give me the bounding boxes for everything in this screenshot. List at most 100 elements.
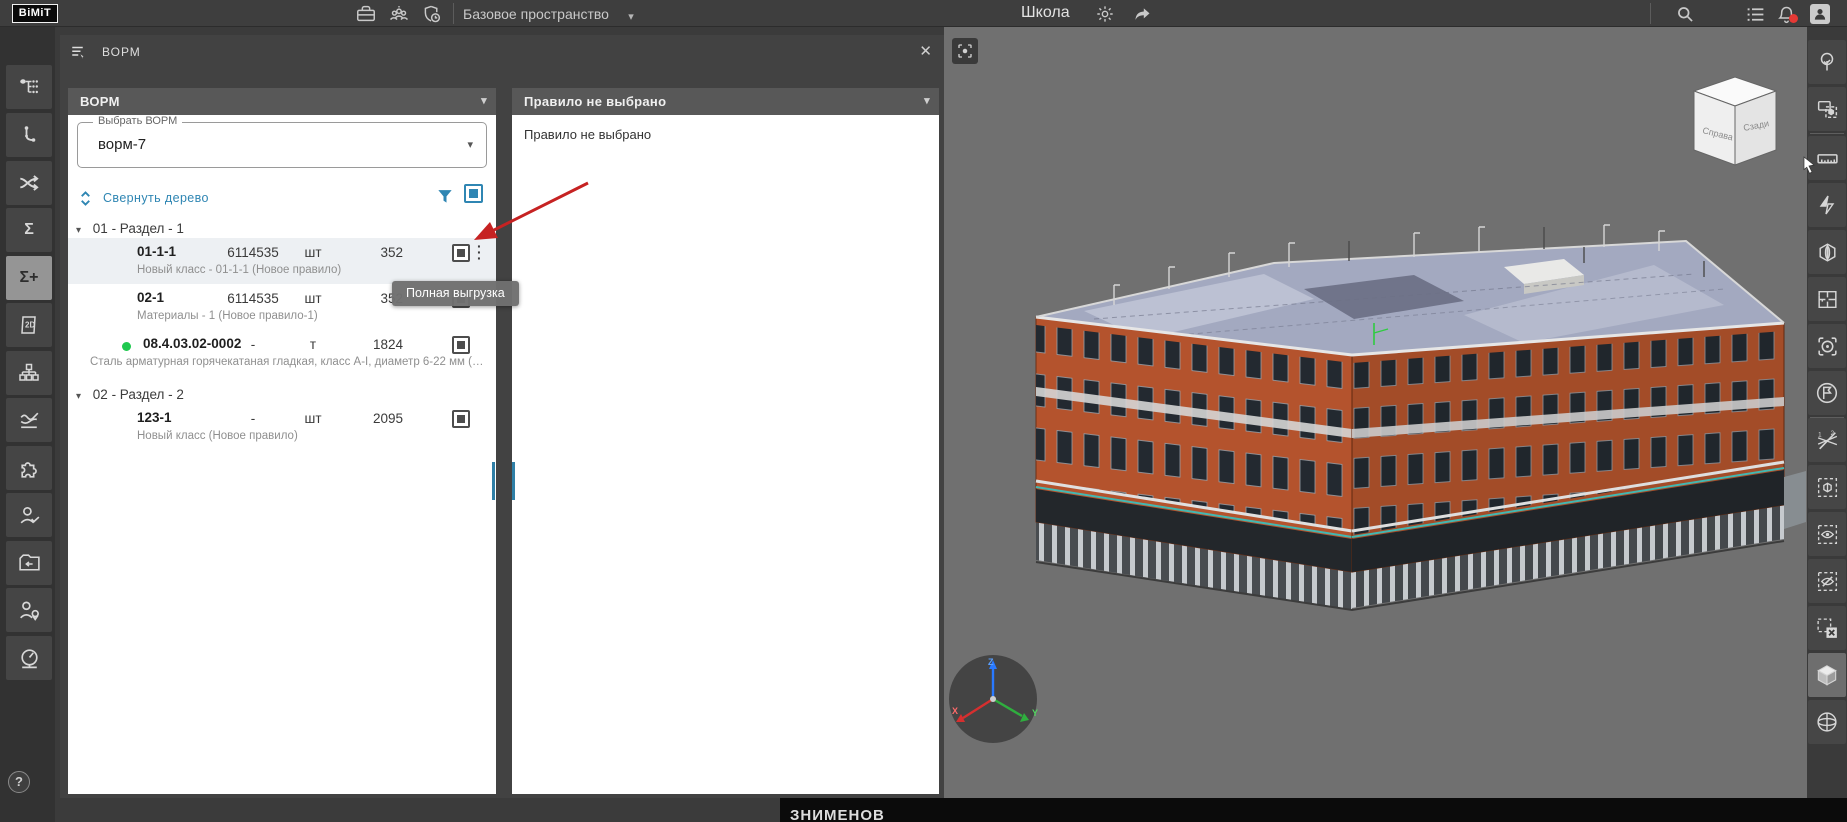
team-icon[interactable] xyxy=(388,3,410,25)
chevron-expanded-icon: ▾ xyxy=(76,225,82,236)
vorm-select-value: ворм-7 xyxy=(98,136,147,153)
rule-subpanel-header[interactable]: Правило не выбрано ▾ xyxy=(512,88,939,115)
user-location-icon[interactable] xyxy=(6,588,52,632)
flag-icon[interactable] xyxy=(1808,371,1846,415)
panel-title: ВОРМ xyxy=(102,45,141,59)
fit-view-button[interactable] xyxy=(952,38,978,64)
svg-text:1: 1 xyxy=(1818,431,1822,438)
filter-icon[interactable] xyxy=(435,186,455,211)
row-qty: 352 xyxy=(380,245,403,260)
vorm-panel: ВОРМ ✕ ВОРМ ▾ Выбрать ВОРМ ворм-7 ▾ Свер… xyxy=(60,35,944,798)
tree-row-4[interactable]: 123-1 - шт 2095 Новый класс (Новое прави… xyxy=(68,404,496,450)
svg-text:Z: Z xyxy=(988,657,994,667)
workspace-selector[interactable]: Базовое пространство xyxy=(463,6,609,22)
full-export-button[interactable] xyxy=(452,336,470,354)
vorm-subpanel-body: Выбрать ВОРМ ворм-7 ▾ Свернуть дерево ▾ xyxy=(68,115,496,794)
left-toolbar: Σ Σ+ 2D ? xyxy=(0,27,55,822)
shuffle-icon[interactable] xyxy=(6,161,52,205)
rule-empty-text: Правило не выбрано xyxy=(524,127,652,142)
trend-chart-icon[interactable] xyxy=(6,398,52,442)
tree-group-2-label: 02 - Раздел - 2 xyxy=(92,387,184,402)
svg-text:2D: 2D xyxy=(25,321,35,330)
clipped-text: ЗНИМЕНОВ xyxy=(790,807,885,822)
model-tree-icon[interactable] xyxy=(6,65,52,109)
row-unit: шт xyxy=(304,291,322,306)
chevron-expanded-icon: ▾ xyxy=(76,391,82,402)
topbar-divider-right xyxy=(1650,3,1651,24)
chevron-down-icon[interactable]: ▾ xyxy=(620,5,642,27)
no-dimensions-icon[interactable]: 1 2 xyxy=(1808,418,1846,462)
tree-group-1[interactable]: ▾ 01 - Раздел - 1 xyxy=(76,221,184,237)
relations-icon[interactable] xyxy=(6,113,52,157)
navigation-cube[interactable]: Справа Сзади xyxy=(1684,73,1784,173)
select-all-checkbox[interactable] xyxy=(464,184,483,203)
sum-add-icon[interactable]: Σ+ xyxy=(6,256,52,300)
row-code: 01-1-1 xyxy=(137,244,177,259)
settings-gear-icon[interactable] xyxy=(1094,3,1116,25)
org-structure-icon[interactable] xyxy=(6,351,52,395)
solid-cube-icon[interactable] xyxy=(1808,653,1846,697)
row-unit: шт xyxy=(304,245,322,260)
notification-badge xyxy=(1789,14,1798,23)
vorm-select[interactable]: Выбрать ВОРМ ворм-7 ▾ xyxy=(77,115,487,168)
building-model xyxy=(1035,224,1806,612)
briefcase-icon[interactable] xyxy=(355,3,377,25)
chevron-down-icon: ▾ xyxy=(481,95,487,107)
isolate-cube-icon[interactable] xyxy=(1808,465,1846,509)
plugin-icon[interactable] xyxy=(6,446,52,490)
panel-menu-icon[interactable] xyxy=(70,43,88,66)
section-cube-icon[interactable] xyxy=(1808,230,1846,274)
full-export-button[interactable] xyxy=(452,244,470,262)
sum-icon[interactable]: Σ xyxy=(6,208,52,252)
row-unit: т xyxy=(309,337,317,352)
scrollbar-thumb[interactable] xyxy=(492,462,495,500)
tooltip: Полная выгрузка xyxy=(392,281,519,306)
vorm-select-label: Выбрать ВОРМ xyxy=(93,115,183,127)
vorm-subpanel-header[interactable]: ВОРМ ▾ xyxy=(68,88,496,115)
shield-clock-icon[interactable] xyxy=(421,3,443,25)
axis-gizmo[interactable]: Z X Y xyxy=(946,652,1046,752)
rule-subpanel: Правило не выбрано ▾ Правило не выбрано xyxy=(512,88,939,794)
row-code: 123-1 xyxy=(137,410,172,425)
vorm-subpanel-title: ВОРМ xyxy=(80,94,120,109)
tree-group-2[interactable]: ▾ 02 - Раздел - 2 xyxy=(76,387,184,403)
show-eye-icon[interactable] xyxy=(1808,512,1846,556)
row-code: 02-1 xyxy=(137,290,165,305)
ruler-icon[interactable] xyxy=(1808,136,1846,180)
sphere-view-icon[interactable] xyxy=(1808,700,1846,744)
share-icon[interactable] xyxy=(1131,3,1153,25)
scrollbar-thumb[interactable] xyxy=(512,462,515,500)
3d-viewport[interactable]: Справа Сзади Z X Y xyxy=(944,27,1807,798)
vorm-subpanel: ВОРМ ▾ Выбрать ВОРМ ворм-7 ▾ Свернуть де… xyxy=(68,88,496,794)
select-objects-icon[interactable] xyxy=(1808,87,1846,131)
list-icon[interactable] xyxy=(1744,3,1766,25)
bottom-clipped-bar: ЗНИМЕНОВ xyxy=(780,798,1847,822)
search-icon[interactable] xyxy=(1674,3,1696,25)
row-qty: 1824 xyxy=(372,337,403,352)
account-icon[interactable] xyxy=(1810,4,1830,24)
app-logo[interactable]: BiMiT xyxy=(12,4,58,23)
status-dot-green xyxy=(122,342,131,351)
tree-row-3[interactable]: 08.4.03.02-0002 - т 1824 Сталь арматурна… xyxy=(68,330,496,376)
flip-flash-icon[interactable] xyxy=(1808,183,1846,227)
clear-selection-icon[interactable] xyxy=(1808,606,1846,650)
gauge-icon[interactable] xyxy=(6,636,52,680)
nature-tree-icon[interactable] xyxy=(1808,40,1846,84)
help-button[interactable]: ? xyxy=(8,771,30,793)
user-check-icon[interactable] xyxy=(6,493,52,537)
tree-group-1-label: 01 - Раздел - 1 xyxy=(92,221,184,236)
floorplan-icon[interactable] xyxy=(1808,277,1846,321)
row-subtitle: Материалы - 1 (Новое правило-1) xyxy=(137,310,318,322)
2d-view-icon[interactable]: 2D xyxy=(6,303,52,347)
row-subtitle: Новый класс - 01-1-1 (Новое правило) xyxy=(137,264,342,276)
close-icon[interactable]: ✕ xyxy=(919,42,932,60)
row-menu-icon[interactable]: · · · xyxy=(477,239,491,265)
folder-return-icon[interactable] xyxy=(6,541,52,585)
full-export-button[interactable] xyxy=(452,410,470,428)
hide-eye-icon[interactable] xyxy=(1808,559,1846,603)
tree-row-1[interactable]: 01-1-1 6114535 шт 352 · · · Новый класс - … xyxy=(68,238,496,284)
row-unit: шт xyxy=(304,411,322,426)
chevron-down-icon: ▾ xyxy=(924,95,930,107)
collapse-tree-button[interactable]: Свернуть дерево xyxy=(78,189,209,207)
focus-target-icon[interactable] xyxy=(1808,324,1846,368)
